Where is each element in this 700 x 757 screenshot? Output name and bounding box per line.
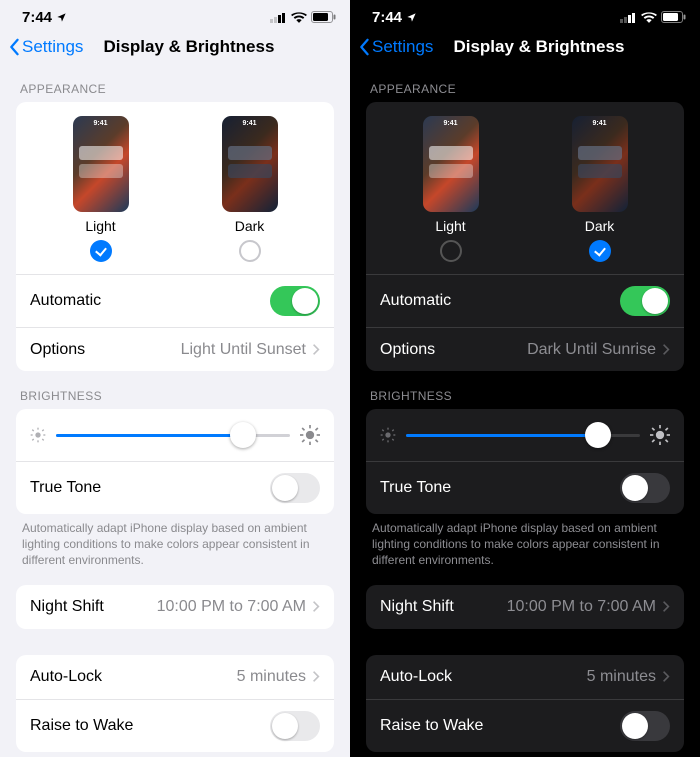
brightness-card: True Tone [366,409,684,514]
nav-bar: Settings Display & Brightness [0,30,350,64]
automatic-toggle[interactable] [620,286,670,316]
status-bar: 7:44 [350,0,700,30]
truetone-row: True Tone [16,461,334,514]
light-radio[interactable] [440,240,462,262]
raise-toggle[interactable] [620,711,670,741]
automatic-toggle[interactable] [270,286,320,316]
chevron-right-icon [312,343,320,356]
chevron-right-icon [662,670,670,683]
options-row[interactable]: Options Light Until Sunset [16,327,334,371]
appearance-header: Appearance [20,82,330,96]
back-label: Settings [372,37,433,57]
sun-large-icon [300,425,320,445]
truetone-footer: Automatically adapt iPhone display based… [16,514,334,569]
cellular-icon [270,12,287,23]
wifi-icon [641,12,657,23]
automatic-row: Automatic [366,274,684,327]
status-time: 7:44 [372,9,402,26]
appearance-option-dark[interactable]: 9:41 Dark [572,116,628,262]
autolock-row[interactable]: Auto-Lock 5 minutes [366,655,684,699]
page-title: Display & Brightness [103,37,274,57]
status-bar: 7:44 [0,0,350,30]
cellular-icon [620,12,637,23]
truetone-footer: Automatically adapt iPhone display based… [366,514,684,569]
dark-thumbnail: 9:41 [222,116,278,212]
appearance-option-light[interactable]: 9:41 Light [73,116,129,262]
sun-large-icon [650,425,670,445]
nightshift-card: Night Shift 10:00 PM to 7:00 AM [16,585,334,629]
battery-icon [311,11,336,23]
chevron-right-icon [662,600,670,613]
battery-icon [661,11,686,23]
settings-pane-light: 7:44 Settings Display & Brightness Appea… [0,0,350,757]
appearance-option-dark[interactable]: 9:41 Dark [222,116,278,262]
brightness-header: Brightness [370,389,680,403]
nightshift-row[interactable]: Night Shift 10:00 PM to 7:00 AM [366,585,684,629]
raise-row: Raise to Wake [16,699,334,752]
back-label: Settings [22,37,83,57]
location-icon [56,12,67,23]
sun-small-icon [380,427,396,443]
nav-bar: Settings Display & Brightness [350,30,700,64]
brightness-card: True Tone [16,409,334,514]
raise-toggle[interactable] [270,711,320,741]
location-icon [406,12,417,23]
chevron-left-icon [8,38,20,56]
truetone-toggle[interactable] [270,473,320,503]
nightshift-row[interactable]: Night Shift 10:00 PM to 7:00 AM [16,585,334,629]
sun-small-icon [30,427,46,443]
truetone-row: True Tone [366,461,684,514]
appearance-option-light[interactable]: 9:41 Light [423,116,479,262]
appearance-header: Appearance [370,82,680,96]
back-button[interactable]: Settings [8,37,83,57]
chevron-left-icon [358,38,370,56]
chevron-right-icon [662,343,670,356]
options-row[interactable]: Options Dark Until Sunrise [366,327,684,371]
chevron-right-icon [312,670,320,683]
dark-thumbnail: 9:41 [572,116,628,212]
appearance-card: 9:41 Light 9:41 Dark Automatic [366,102,684,371]
nightshift-card: Night Shift 10:00 PM to 7:00 AM [366,585,684,629]
status-time: 7:44 [22,9,52,26]
page-title: Display & Brightness [453,37,624,57]
raise-row: Raise to Wake [366,699,684,752]
dark-radio[interactable] [239,240,261,262]
back-button[interactable]: Settings [358,37,433,57]
truetone-toggle[interactable] [620,473,670,503]
light-thumbnail: 9:41 [73,116,129,212]
autolock-card: Auto-Lock 5 minutes Raise to Wake [16,655,334,752]
brightness-header: Brightness [20,389,330,403]
light-thumbnail: 9:41 [423,116,479,212]
autolock-row[interactable]: Auto-Lock 5 minutes [16,655,334,699]
appearance-card: 9:41 Light 9:41 Dark Automatic [16,102,334,371]
light-radio[interactable] [90,240,112,262]
automatic-row: Automatic [16,274,334,327]
autolock-card: Auto-Lock 5 minutes Raise to Wake [366,655,684,752]
chevron-right-icon [312,600,320,613]
brightness-slider[interactable] [56,421,290,449]
brightness-slider[interactable] [406,421,640,449]
dark-radio[interactable] [589,240,611,262]
settings-pane-dark: 7:44 Settings Display & Brightness Appea… [350,0,700,757]
wifi-icon [291,12,307,23]
